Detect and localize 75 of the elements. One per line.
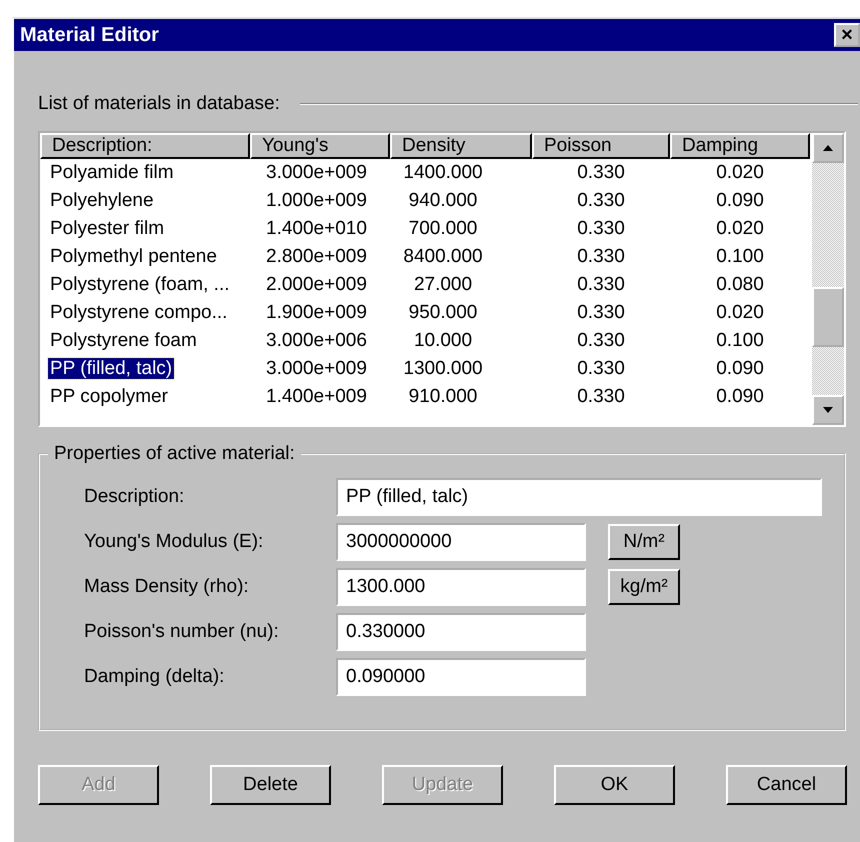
table-cell-text: 940.000 — [408, 190, 478, 211]
dialog-button[interactable]: OK — [554, 765, 675, 805]
table-cell-text: 2.800e+009 — [265, 246, 368, 267]
table-cell-text: 0.330 — [576, 274, 626, 295]
scroll-up-button[interactable] — [812, 133, 844, 163]
table-cell-text: 0.330 — [576, 190, 626, 211]
list-item[interactable]: Polystyrene foam — [48, 330, 199, 351]
table-cell-text: 0.330 — [576, 302, 626, 323]
table-cell-text: 1.000e+009 — [265, 190, 368, 211]
table-cell-text: 10.000 — [412, 330, 474, 351]
scroll-down-button[interactable] — [812, 395, 844, 425]
list-item[interactable]: PP copolymer — [48, 386, 170, 407]
dialog-button[interactable]: Cancel — [726, 765, 847, 805]
table-cell-text: 0.090 — [715, 358, 765, 379]
window-title: Material Editor — [20, 24, 159, 46]
input-field[interactable]: 0.330000 — [336, 613, 586, 651]
column-header[interactable]: Density — [390, 133, 532, 159]
table-cell-text: 1400.000 — [402, 162, 484, 183]
input-field[interactable]: 0.090000 — [336, 658, 586, 696]
table-cell-text: 0.330 — [576, 162, 626, 183]
table-cell-text: 950.000 — [408, 302, 478, 323]
table-cell-text: 0.090 — [715, 386, 765, 407]
table-cell-text: 1.400e+010 — [265, 218, 368, 239]
table-cell-text: 3.000e+009 — [265, 358, 368, 379]
list-item[interactable]: Polyester film — [48, 218, 166, 239]
table-cell-text: 0.330 — [576, 330, 626, 351]
table-cell-text: 3.000e+009 — [265, 162, 368, 183]
table-cell-text: 3.000e+006 — [265, 330, 368, 351]
unit-button[interactable]: N/m² — [608, 524, 680, 560]
table-cell-text: 910.000 — [408, 386, 478, 407]
table-cell-text: 0.020 — [715, 218, 765, 239]
column-header[interactable]: Poisson — [532, 133, 670, 159]
field-label: Damping (delta): — [84, 666, 226, 688]
list-item[interactable]: Polyamide film — [48, 162, 176, 183]
table-cell-text: 0.330 — [576, 386, 626, 407]
list-item[interactable]: Polystyrene (foam, ... — [48, 274, 232, 295]
input-field[interactable]: 3000000000 — [336, 523, 586, 561]
close-button[interactable]: × — [834, 23, 860, 47]
input-field[interactable]: 1300.000 — [336, 568, 586, 606]
list-item[interactable]: PP (filled, talc) — [48, 358, 174, 379]
input-field[interactable]: PP (filled, talc) — [336, 478, 822, 516]
table-cell-text: 27.000 — [412, 274, 474, 295]
group-title: Properties of active material: — [48, 443, 301, 465]
table-cell-text: 0.080 — [715, 274, 765, 295]
table-cell-text: 0.020 — [715, 162, 765, 183]
unit-button[interactable]: kg/m² — [608, 569, 680, 605]
field-label: Young's Modulus (E): — [84, 531, 264, 553]
table-cell-text: 0.100 — [715, 330, 765, 351]
field-label: Mass Density (rho): — [84, 576, 250, 598]
column-header[interactable]: Description: — [40, 133, 250, 159]
table-cell-text: 2.000e+009 — [265, 274, 368, 295]
table-cell-text: 0.090 — [715, 190, 765, 211]
table-cell-text: 0.330 — [576, 246, 626, 267]
list-item[interactable]: Polystyrene compo... — [48, 302, 230, 323]
table-cell-text: 0.330 — [576, 218, 626, 239]
table-cell-text: 0.100 — [715, 246, 765, 267]
table-cell-text: 8400.000 — [402, 246, 484, 267]
table-cell-text: 0.020 — [715, 302, 765, 323]
column-header[interactable]: Young's — [250, 133, 390, 159]
dialog-button[interactable]: Delete — [210, 765, 331, 805]
field-label: Poisson's number (nu): — [84, 621, 280, 643]
down-arrow-icon — [822, 406, 834, 414]
scrollbar[interactable] — [812, 133, 844, 425]
column-header[interactable]: Damping — [670, 133, 810, 159]
list-item[interactable]: Polymethyl pentene — [48, 246, 219, 267]
up-arrow-icon — [822, 144, 834, 152]
table-cell-text: 0.330 — [576, 358, 626, 379]
section-label: List of materials in database: — [38, 93, 280, 115]
table-cell-text: 1.900e+009 — [265, 302, 368, 323]
list-item[interactable]: Polyehylene — [48, 190, 156, 211]
table-cell-text: 700.000 — [408, 218, 478, 239]
field-label: Description: — [84, 486, 186, 508]
scroll-thumb[interactable] — [812, 287, 844, 347]
table-cell-text: 1300.000 — [402, 358, 484, 379]
table-cell-text: 1.400e+009 — [265, 386, 368, 407]
